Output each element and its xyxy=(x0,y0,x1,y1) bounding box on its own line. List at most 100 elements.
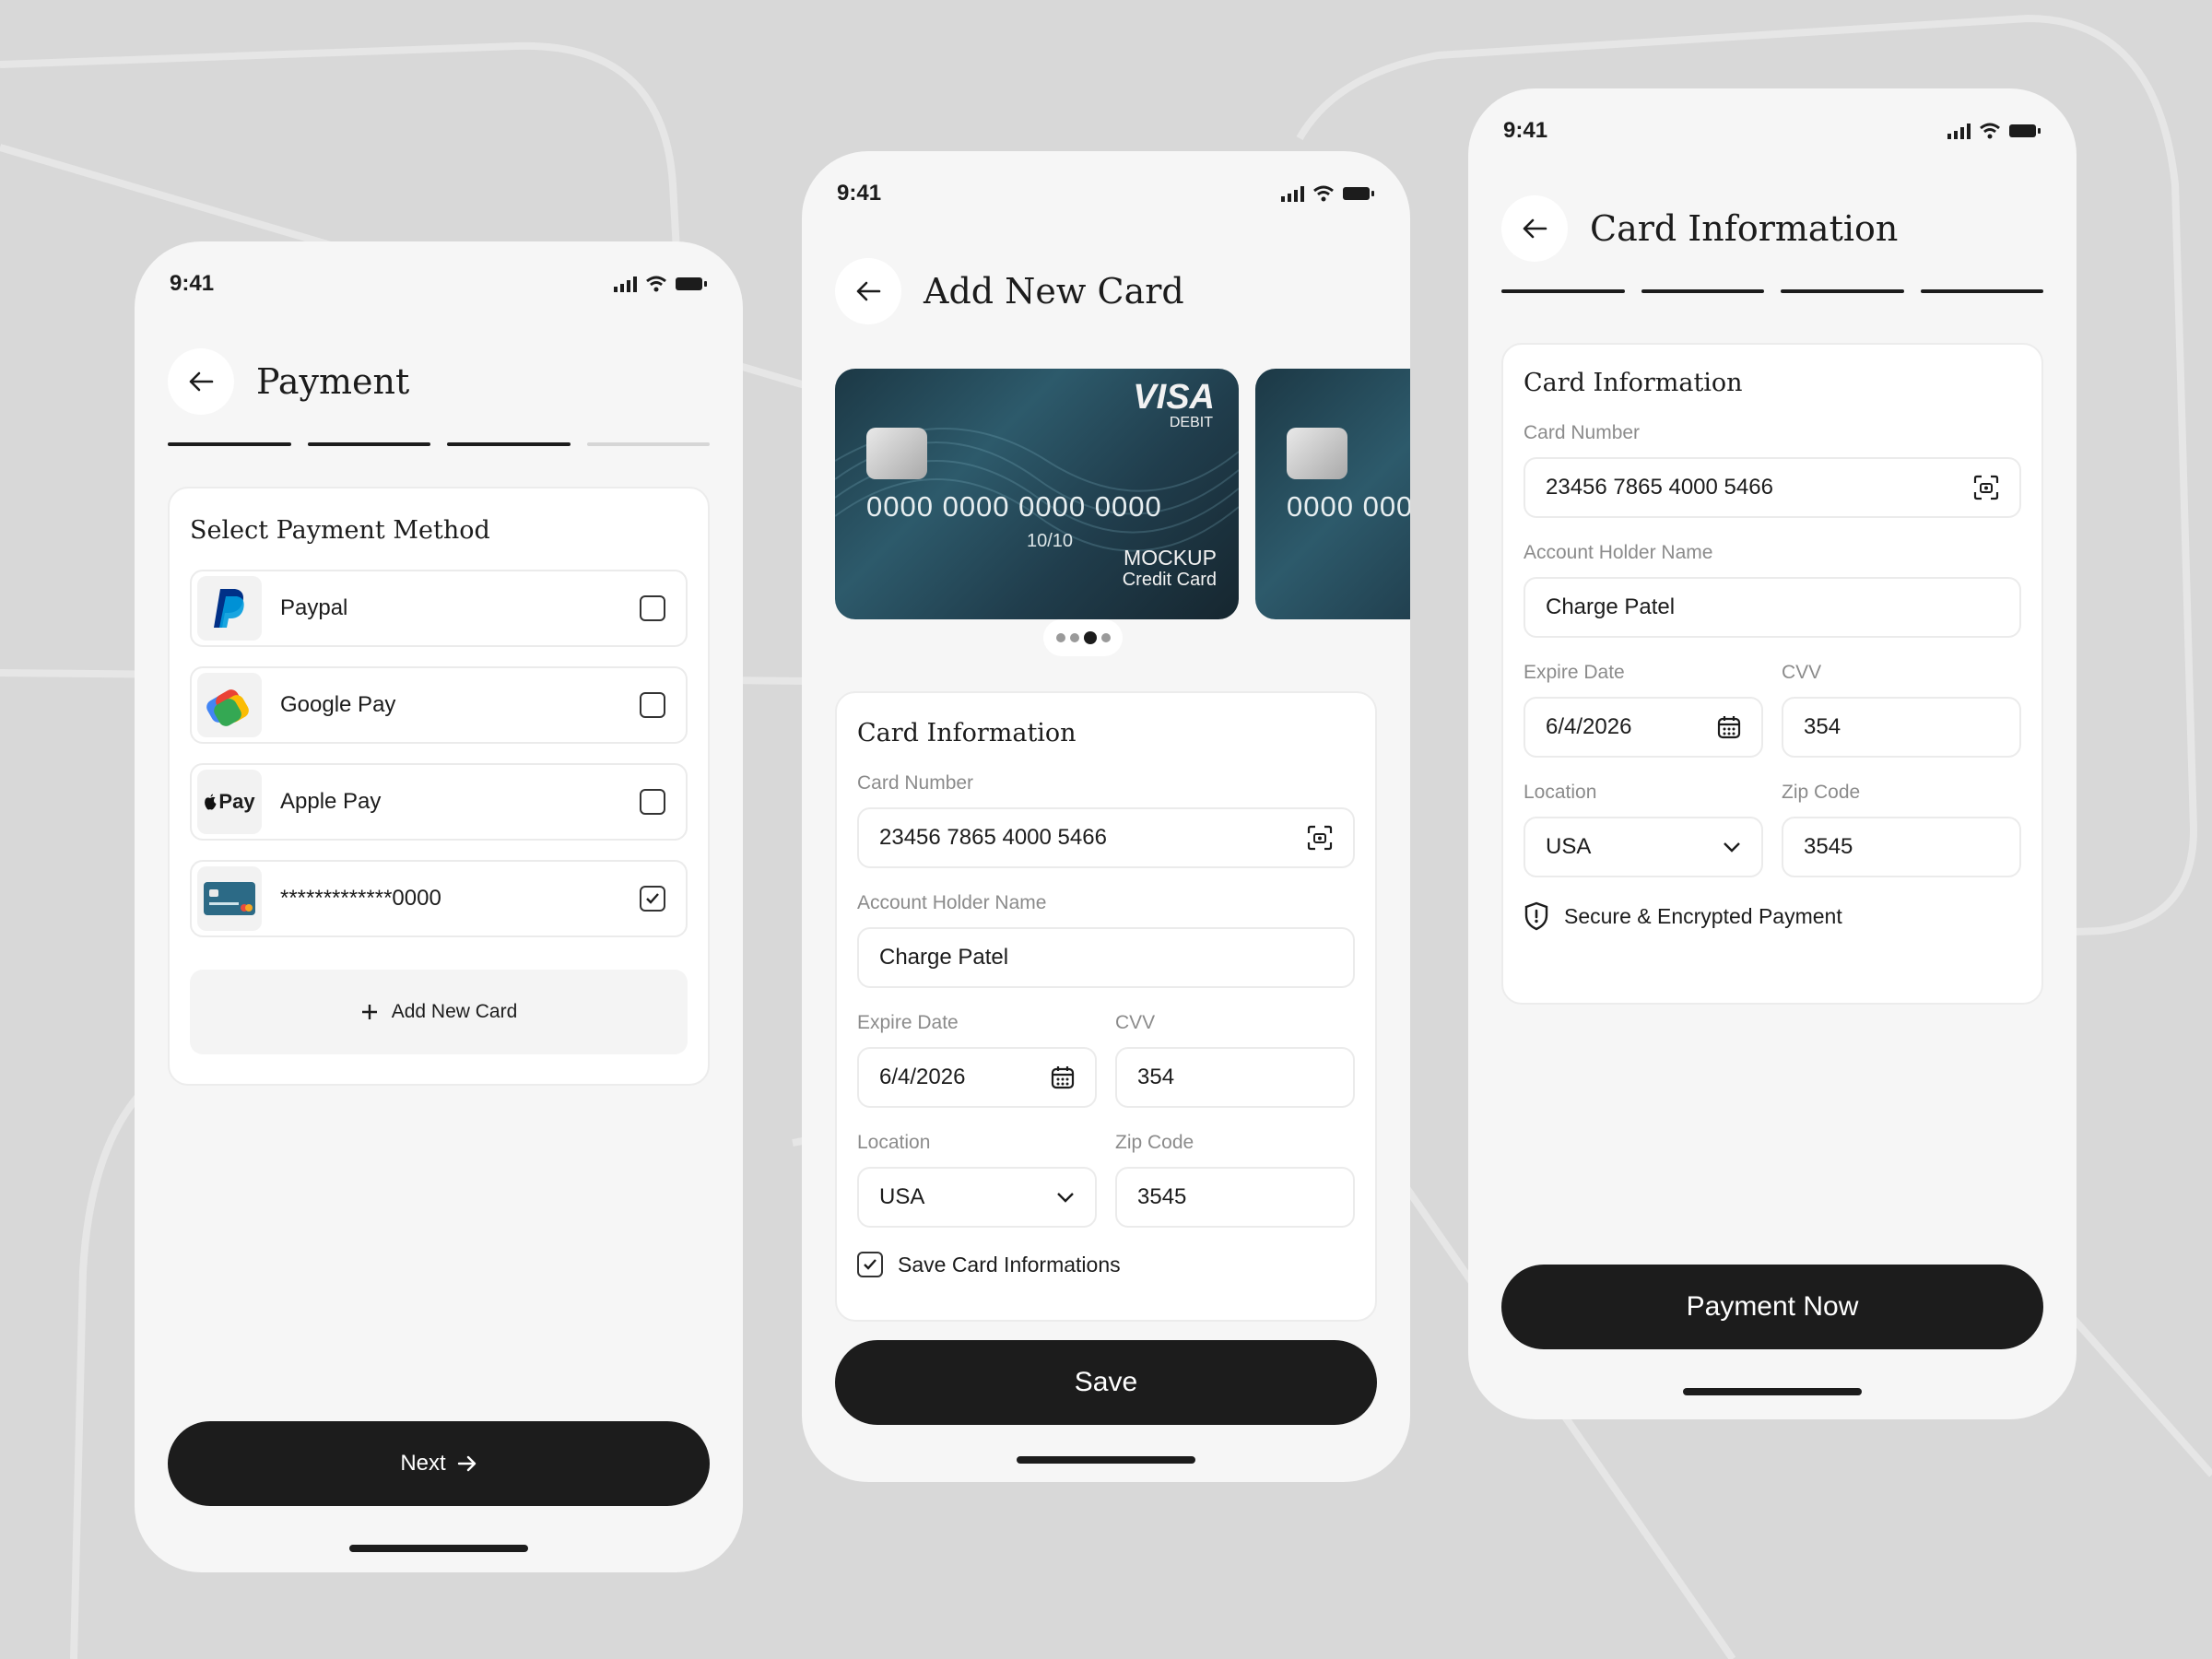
card-information-form: Card Information Card Number 23456 7865 … xyxy=(835,691,1377,1322)
payment-option-apple-pay[interactable]: Pay Apple Pay xyxy=(190,763,688,841)
page-title: Add New Card xyxy=(924,271,1184,312)
credit-card-preview-next[interactable]: 0000 000 xyxy=(1255,369,1410,619)
check-icon xyxy=(646,893,659,904)
apple-pay-logo-icon: Pay xyxy=(197,770,262,834)
expire-date-label: Expire Date xyxy=(857,1012,959,1033)
arrow-right-icon xyxy=(457,1455,476,1472)
expire-date-label: Expire Date xyxy=(1524,662,1625,683)
location-value: USA xyxy=(1546,834,1592,859)
status-icons xyxy=(1281,185,1375,202)
cvv-input[interactable]: 354 xyxy=(1115,1047,1355,1108)
save-card-checkbox[interactable] xyxy=(857,1252,883,1277)
zip-code-input[interactable]: 3545 xyxy=(1782,817,2021,877)
status-bar: 9:41 xyxy=(1503,116,2041,146)
battery-icon xyxy=(2009,124,2041,137)
secure-payment-note: Secure & Encrypted Payment xyxy=(1524,901,1842,931)
carousel-dots xyxy=(1043,619,1123,656)
page-title: Card Information xyxy=(1590,208,1899,249)
zip-code-input[interactable]: 3545 xyxy=(1115,1167,1355,1228)
form-title: Card Information xyxy=(1524,369,1743,397)
calendar-icon[interactable] xyxy=(1051,1065,1075,1089)
next-button[interactable]: Next xyxy=(168,1421,710,1506)
payment-now-button[interactable]: Payment Now xyxy=(1501,1265,2043,1349)
home-indicator xyxy=(1683,1388,1862,1395)
payment-option-google-pay[interactable]: Google Pay xyxy=(190,666,688,744)
progress-step-4 xyxy=(586,442,710,446)
payment-option-paypal[interactable]: Paypal xyxy=(190,570,688,647)
card-chip-icon xyxy=(866,428,927,479)
checkbox-checked[interactable] xyxy=(640,886,665,912)
battery-icon xyxy=(1343,187,1374,200)
calendar-icon[interactable] xyxy=(1717,715,1741,739)
expire-date-input[interactable]: 6/4/2026 xyxy=(1524,697,1763,758)
battery-icon xyxy=(676,277,707,290)
progress-step-2 xyxy=(307,442,430,446)
checkbox[interactable] xyxy=(640,789,665,815)
card-number-value: 23456 7865 4000 5466 xyxy=(879,825,1107,850)
add-new-card-label: Add New Card xyxy=(391,1001,518,1022)
payment-option-label: *************0000 xyxy=(280,886,441,911)
progress-step-3 xyxy=(1781,289,1904,293)
holder-name-input[interactable]: Charge Patel xyxy=(857,927,1355,988)
form-title: Card Information xyxy=(857,719,1077,747)
next-label: Next xyxy=(400,1451,446,1476)
save-button[interactable]: Save xyxy=(835,1340,1377,1425)
checkbox[interactable] xyxy=(640,692,665,718)
payment-method-panel: Select Payment Method Paypal Google Pay … xyxy=(168,487,710,1086)
secure-payment-label: Secure & Encrypted Payment xyxy=(1564,903,1842,928)
expire-date-input[interactable]: 6/4/2026 xyxy=(857,1047,1097,1108)
cvv-value: 354 xyxy=(1137,1065,1175,1089)
card-number-label: Card Number xyxy=(1524,422,1641,443)
payment-now-label: Payment Now xyxy=(1686,1291,1859,1322)
location-select[interactable]: USA xyxy=(1524,817,1763,877)
progress-step-4 xyxy=(1920,289,2043,293)
home-indicator xyxy=(349,1545,528,1552)
home-indicator xyxy=(1017,1456,1195,1464)
shield-icon xyxy=(1524,901,1548,931)
card-mockup-sublabel: Credit Card xyxy=(1122,570,1217,590)
add-new-card-button[interactable]: Add New Card xyxy=(190,970,688,1054)
holder-name-label: Account Holder Name xyxy=(1524,542,1713,563)
checkbox[interactable] xyxy=(640,595,665,621)
progress-step-1 xyxy=(168,442,291,446)
scan-card-icon[interactable] xyxy=(1307,825,1333,851)
back-button[interactable] xyxy=(835,258,901,324)
carousel-dot[interactable] xyxy=(1055,633,1065,642)
carousel-dot[interactable] xyxy=(1100,633,1111,642)
card-information-screen: 9:41 Card Information Card Information C… xyxy=(1468,88,2077,1419)
credit-card-preview[interactable]: VISA DEBIT 0000 0000 0000 0000 10/10 MOC… xyxy=(835,369,1239,619)
check-icon xyxy=(864,1259,877,1270)
carousel-dot[interactable] xyxy=(1069,633,1079,642)
location-select[interactable]: USA xyxy=(857,1167,1097,1228)
payment-screen: 9:41 Payment Select Payment Method Paypa… xyxy=(135,241,743,1572)
status-icons xyxy=(1947,123,2041,139)
back-button[interactable] xyxy=(1501,195,1568,262)
payment-option-label: Paypal xyxy=(280,595,348,620)
zip-code-value: 3545 xyxy=(1804,834,1853,859)
card-number-input[interactable]: 23456 7865 4000 5466 xyxy=(857,807,1355,868)
card-number-input[interactable]: 23456 7865 4000 5466 xyxy=(1524,457,2021,518)
apple-pay-logo-text: Pay xyxy=(218,790,255,813)
cvv-input[interactable]: 354 xyxy=(1782,697,2021,758)
cvv-label: CVV xyxy=(1115,1012,1156,1033)
card-thumbnail-icon xyxy=(197,866,262,931)
save-label: Save xyxy=(1074,1367,1138,1397)
card-information-form: Card Information Card Number 23456 7865 … xyxy=(1501,343,2043,1005)
scan-card-icon[interactable] xyxy=(1973,475,1999,500)
card-number-display: 0000 000 xyxy=(1287,490,1410,523)
add-card-screen: 9:41 Add New Card VISA DEBIT 0000 0000 0… xyxy=(802,151,1410,1482)
location-label: Location xyxy=(857,1132,931,1153)
page-title: Payment xyxy=(256,361,410,402)
save-card-info-option[interactable]: Save Card Informations xyxy=(857,1252,1121,1277)
carousel-dot-active[interactable] xyxy=(1083,631,1097,644)
cvv-value: 354 xyxy=(1804,714,1841,739)
payment-option-saved-card[interactable]: *************0000 xyxy=(190,860,688,937)
zip-code-label: Zip Code xyxy=(1782,782,1861,803)
progress-step-1 xyxy=(1501,289,1625,293)
holder-name-label: Account Holder Name xyxy=(857,892,1047,913)
wifi-icon xyxy=(1313,185,1334,202)
holder-name-input[interactable]: Charge Patel xyxy=(1524,577,2021,638)
back-button[interactable] xyxy=(168,348,234,415)
plus-icon xyxy=(361,1005,377,1019)
card-number-value: 23456 7865 4000 5466 xyxy=(1546,475,1773,500)
